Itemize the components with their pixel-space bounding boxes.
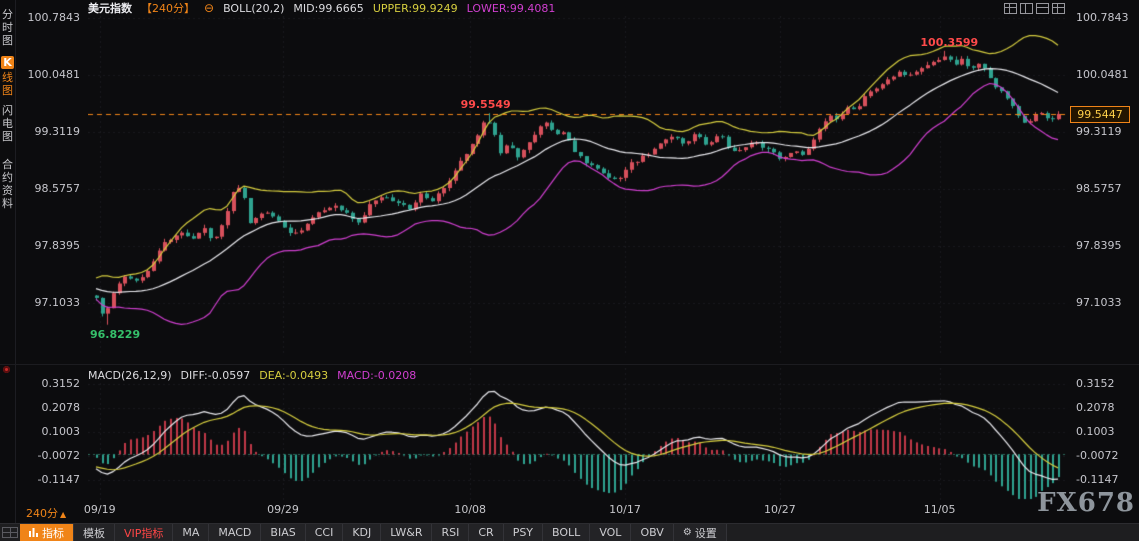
time-axis: 09/19 09/29 10/08 10/17 10/27 11/05 [84, 503, 1068, 517]
layout-vsplit-icon[interactable] [1020, 3, 1033, 14]
tab-boll[interactable]: BOLL [543, 524, 591, 541]
x-axis-date: 10/08 [454, 503, 487, 516]
macd-diff-value: DIFF:-0.0597 [180, 369, 251, 382]
price-axis-label: 100.7843 [1076, 11, 1129, 24]
macd-hist-value: MACD:-0.0208 [337, 369, 417, 382]
macd-axis-label: -0.0072 [37, 448, 80, 462]
gear-icon: ⚙ [682, 527, 692, 538]
tab-template[interactable]: 模板 [74, 524, 115, 541]
macd-axis-label: 0.1003 [1076, 424, 1115, 438]
x-axis-date: 09/19 [83, 503, 116, 516]
collapse-icon[interactable]: ⊖ [204, 2, 214, 14]
bar-chart-icon [29, 528, 38, 537]
chart-header: 美元指数 【240分】 ⊖ BOLL(20,2) MID:99.6665 UPP… [88, 1, 556, 16]
tab-cr[interactable]: CR [469, 524, 504, 541]
left-price-axis: 100.7843 100.0481 99.3119 98.5757 97.8395 97.… [14, 0, 84, 525]
watermark: FX678 [1037, 488, 1135, 518]
macd-axis-label: -0.1147 [1076, 473, 1119, 486]
layout-icons [1004, 3, 1065, 14]
macd-title: MACD(26,12,9) [88, 369, 172, 382]
price-axis-label: 98.5757 [1076, 182, 1122, 195]
indicator-marker-icon[interactable] [3, 366, 10, 373]
sidebar-tab-contract-info[interactable]: 合约资料 [1, 158, 14, 210]
indicator-toolbar: 指标 模板 VIP指标 MA MACD BIAS CCI KDJ LW&R RSI CR PSY BO… [0, 523, 1139, 541]
last-price-badge: 99.5447 [1070, 106, 1130, 123]
x-axis-date: 10/27 [764, 503, 796, 516]
sidebar-tab-time-chart[interactable]: 分时图 [1, 8, 14, 47]
price-axis-label: 99.3119 [1076, 125, 1122, 138]
period-value: 240分 [26, 507, 58, 520]
tab-indicators[interactable]: 指标 [20, 524, 74, 541]
x-axis-date: 10/17 [609, 503, 641, 516]
x-axis-date: 09/29 [267, 503, 299, 516]
tab-lwr[interactable]: LW&R [381, 524, 433, 541]
period-label: 【240分】 [141, 2, 195, 15]
macd-axis-label: -0.1147 [37, 473, 80, 486]
macd-axis-label: 0.1003 [41, 424, 81, 438]
price-axis-label: 100.7843 [27, 11, 81, 24]
tab-obv[interactable]: OBV [631, 524, 674, 541]
tab-ma[interactable]: MA [173, 524, 210, 541]
price-axis-label: 97.8395 [1076, 239, 1122, 252]
price-axis-label: 97.1033 [1076, 296, 1122, 309]
up-triangle-icon: ▲ [60, 510, 67, 519]
tab-settings[interactable]: ⚙ 设置 [673, 524, 727, 541]
period-selector[interactable]: 240分 ▲ [26, 505, 66, 521]
tab-rsi[interactable]: RSI [432, 524, 470, 541]
trading-chart-app: 分时图 K线图闪电图合约资料 美元指数 【240分】 ⊖ BOLL(20,2) M… [0, 0, 1139, 541]
layout-grid-icon[interactable] [1004, 3, 1017, 14]
tab-vip-indicators[interactable]: VIP指标 [115, 524, 174, 541]
right-price-axis: 100.7843 100.0481 99.3119 98.5757 97.8395 97.… [1072, 0, 1136, 525]
tab-cci[interactable]: CCI [305, 524, 344, 541]
macd-axis-label: -0.0072 [1076, 448, 1119, 462]
candlestick-chart[interactable] [88, 16, 1068, 356]
macd-axis-label: 0.3152 [1076, 377, 1115, 390]
symbol-name: 美元指数 [88, 2, 132, 15]
panel-divider [0, 364, 1139, 365]
tab-bias[interactable]: BIAS [261, 524, 306, 541]
macd-header: MACD(26,12,9) DIFF:-0.0597 DEA:-0.0493 M… [88, 369, 416, 382]
macd-dea-value: DEA:-0.0493 [259, 369, 329, 382]
macd-axis-label: 0.2078 [41, 400, 81, 414]
macd-axis-label: 0.2078 [1076, 400, 1115, 414]
tab-macd[interactable]: MACD [209, 524, 262, 541]
sidebar-tab-lightning-chart[interactable]: 闪电图 [1, 104, 14, 143]
price-axis-label: 100.0481 [1076, 68, 1129, 81]
layout-quad-icon[interactable] [1052, 3, 1065, 14]
boll-indicator-label: BOLL(20,2) [223, 1, 285, 15]
price-axis-label: 99.3119 [34, 125, 81, 138]
layout-hsplit-icon[interactable] [1036, 3, 1049, 14]
macd-axis-label: 0.3152 [41, 377, 81, 390]
tab-vol[interactable]: VOL [590, 524, 632, 541]
sidebar-tab-kline-chart[interactable]: K线图 [1, 56, 14, 97]
tab-psy[interactable]: PSY [503, 524, 544, 541]
tab-kdj[interactable]: KDJ [343, 524, 382, 541]
boll-lower-value: LOWER:99.4081 [466, 1, 556, 15]
x-axis-date: 11/05 [923, 503, 956, 516]
price-axis-label: 97.8395 [34, 239, 81, 252]
price-axis-label: 100.0481 [27, 68, 81, 81]
boll-mid-value: MID:99.6665 [293, 1, 364, 15]
macd-chart[interactable] [88, 368, 1068, 502]
price-axis-label: 98.5757 [34, 182, 81, 195]
price-axis-label: 97.1033 [34, 296, 81, 309]
indicator-tab-row: 模板 VIP指标 MA MACD BIAS CCI KDJ LW&R RSI CR PSY BOLL V… [74, 524, 727, 541]
boll-upper-value: UPPER:99.9249 [372, 1, 458, 15]
tab-label: 指标 [42, 526, 64, 540]
toolbar-grid-icon[interactable] [2, 527, 18, 538]
